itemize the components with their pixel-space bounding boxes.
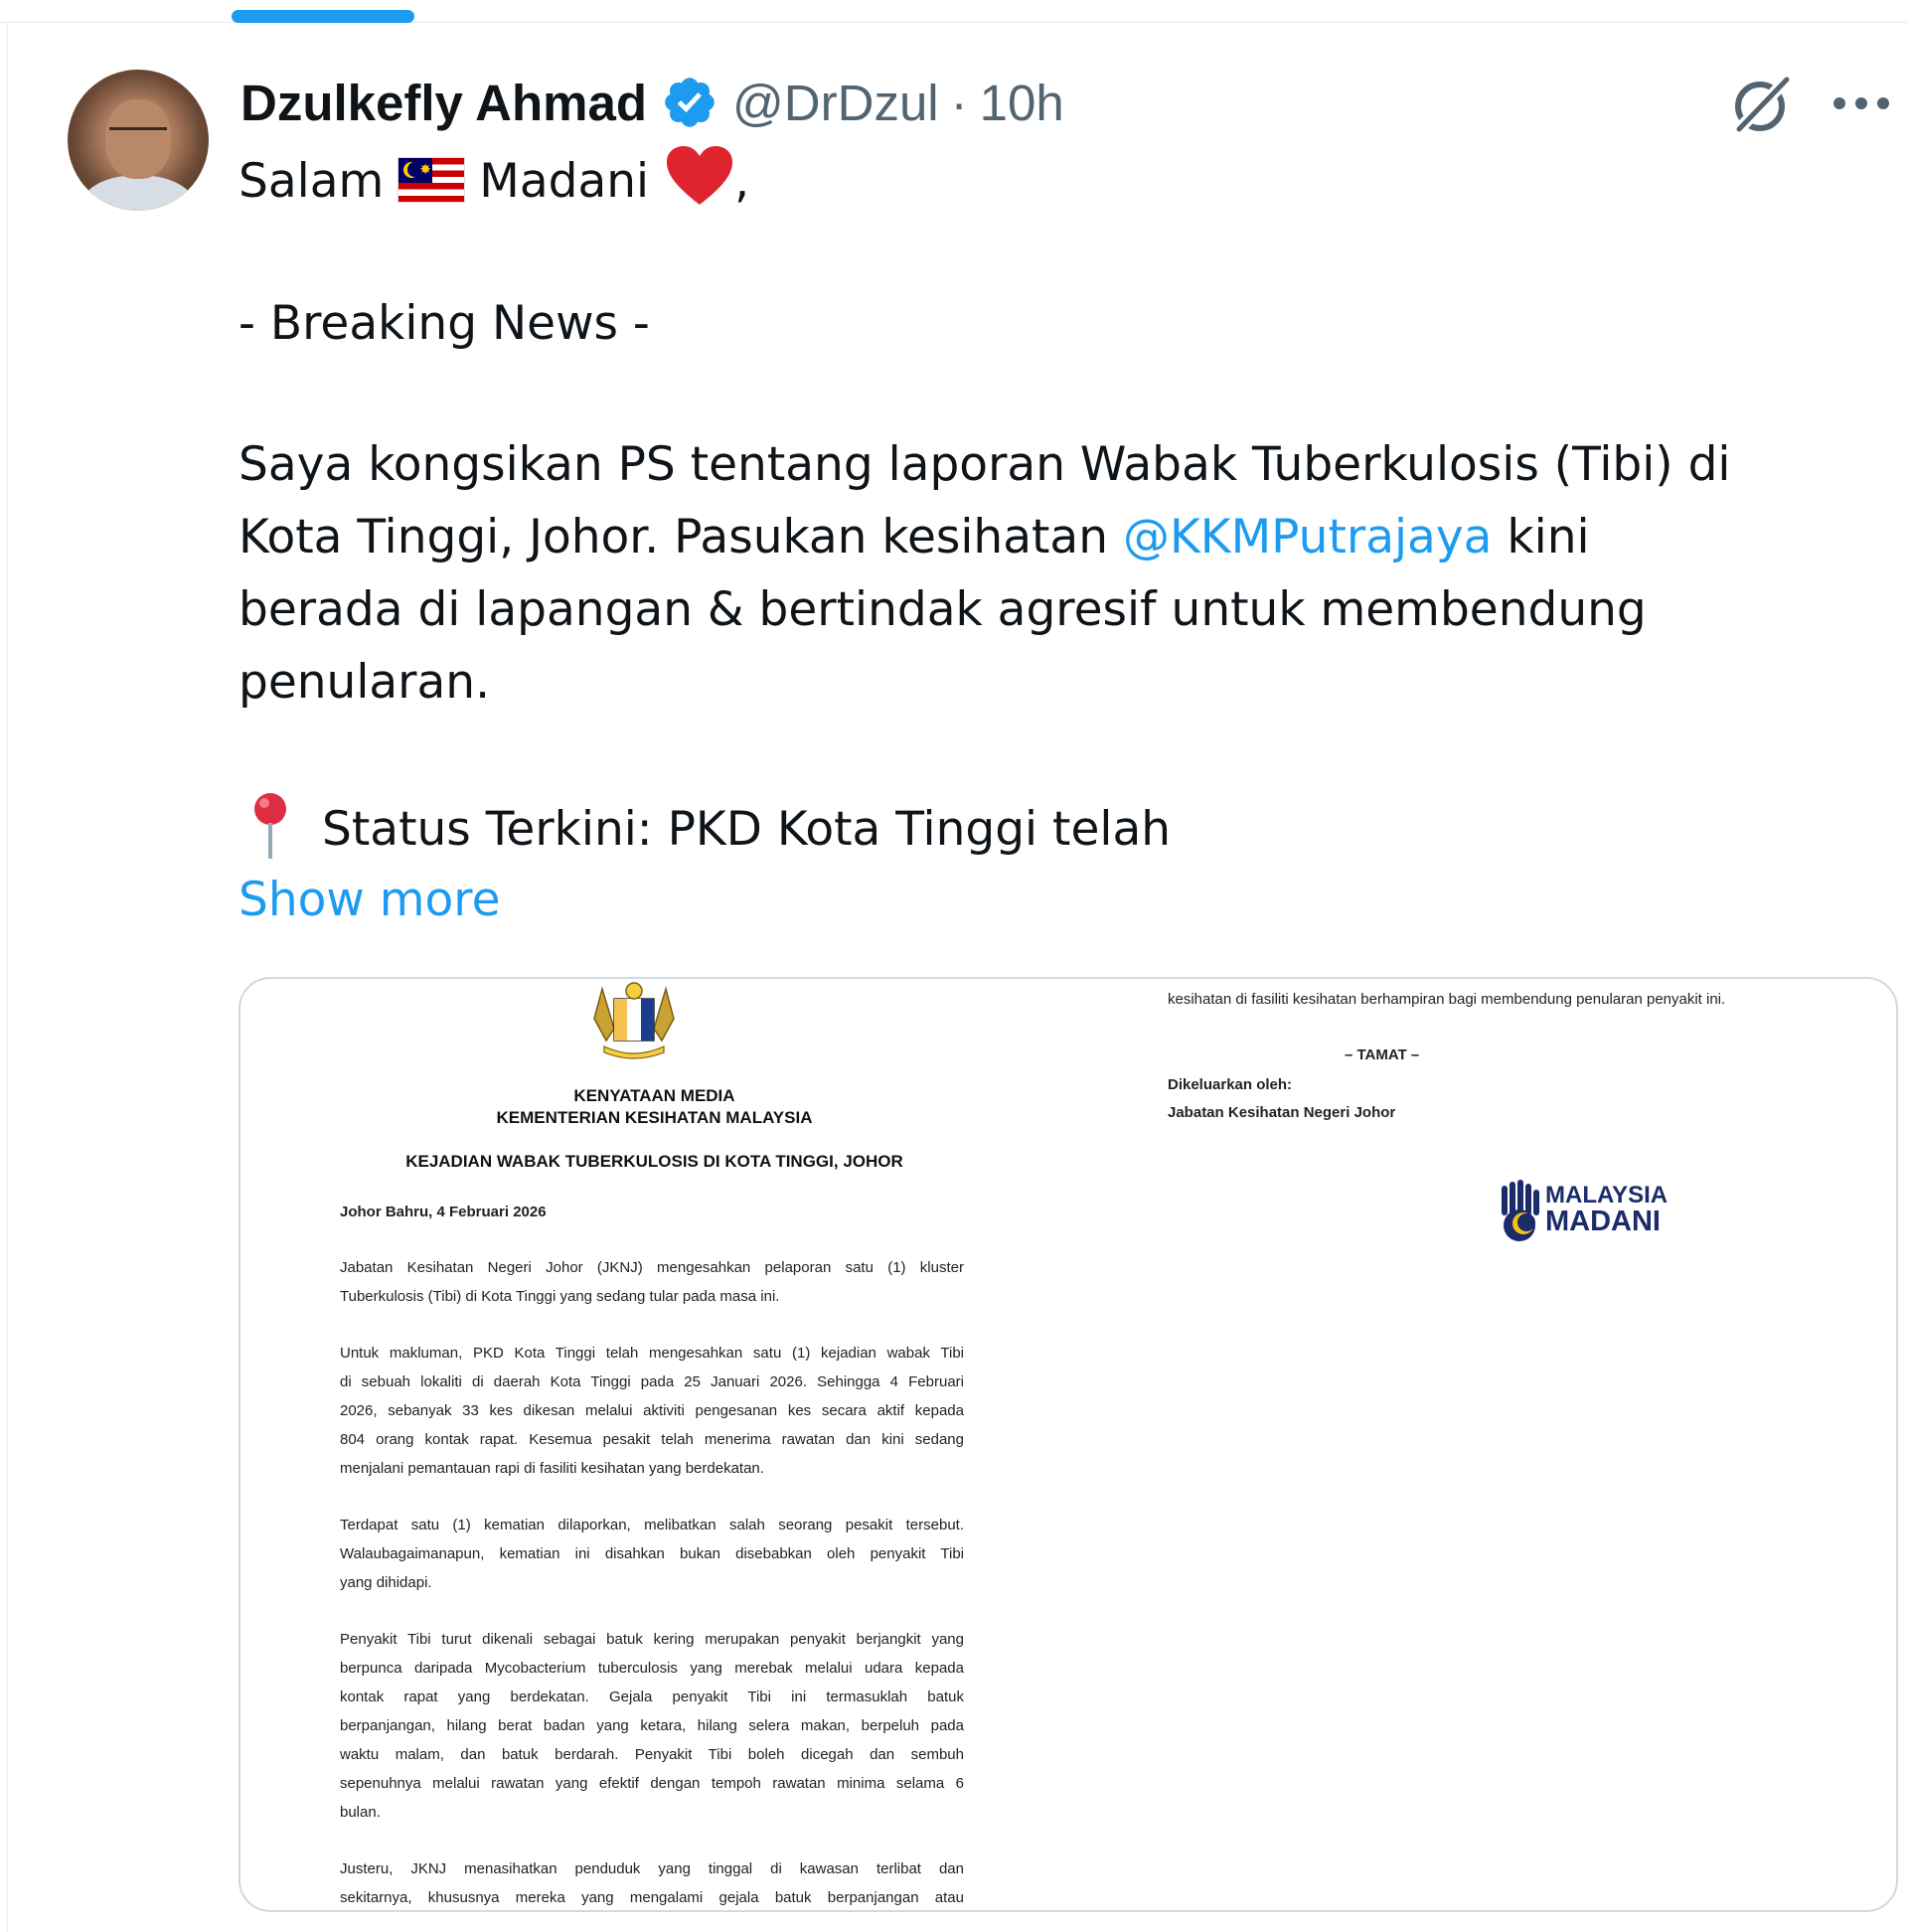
- author-handle[interactable]: @DrDzul: [732, 74, 939, 132]
- tweet-timestamp[interactable]: 10h: [980, 74, 1064, 132]
- doc-title-2: KEMENTERIAN KESIHATAN MALAYSIA: [496, 1108, 813, 1127]
- active-tab-indicator: [232, 10, 414, 23]
- tweet-line-greeting: Salam ✸ Madani,: [238, 145, 749, 218]
- malaysia-madani-logo: MALAYSIA MADANI: [1496, 1180, 1674, 1249]
- malaysia-flag-emoji: ✸: [398, 157, 466, 203]
- doc-line: bulan.: [340, 1804, 381, 1821]
- tweet-header: Dzulkefly Ahmad @DrDzul · 10h: [240, 70, 1064, 135]
- doc-end-marker: – TAMAT –: [1345, 1046, 1420, 1063]
- tweet-paragraph-line: Kota Tinggi, Johor. Pasukan kesihatan @K…: [238, 510, 1590, 564]
- doc-line: sekitarnya, khususnya mereka yang mengal…: [340, 1889, 964, 1906]
- doc-line: Justeru, JKNJ menasihatkan penduduk yang…: [340, 1860, 964, 1877]
- tweet-status-line: Status Terkini: PKD Kota Tinggi telah: [238, 791, 1171, 866]
- more-options-icon[interactable]: [1833, 97, 1889, 113]
- doc-line: Terdapat satu (1) kematian dilaporkan, m…: [340, 1517, 964, 1533]
- doc-line: Untuk makluman, PKD Kota Tinggi telah me…: [340, 1345, 964, 1362]
- grok-icon[interactable]: [1727, 70, 1797, 139]
- tweet-paragraph-line: penularan.: [238, 655, 491, 710]
- tweet-media-image[interactable]: KENYATAAN MEDIA KEMENTERIAN KESIHATAN MA…: [238, 977, 1898, 1912]
- press-release-page-2: kesihatan di fasiliti kesihatan berhampi…: [1068, 979, 1896, 1910]
- doc-line: di sebuah lokaliti di daerah Kota Tinggi…: [340, 1373, 964, 1390]
- round-pushpin-emoji: [254, 793, 286, 859]
- doc-line: berpanjangan, hilang berat badan yang ke…: [340, 1717, 964, 1734]
- doc-line: kesihatan di fasiliti kesihatan berhampi…: [1168, 991, 1726, 1008]
- doc-line: 804 orang kontak rapat. Kesemua pesakit …: [340, 1431, 964, 1448]
- doc-line: berpunca daripada Mycobacterium tubercul…: [340, 1660, 964, 1677]
- tweet-paragraph-line: Saya kongsikan PS tentang laporan Wabak …: [238, 437, 1731, 492]
- doc-line: sepenuhnya melalui rawatan yang efektif …: [340, 1775, 964, 1792]
- press-release-page-1: KENYATAAN MEDIA KEMENTERIAN KESIHATAN MA…: [240, 979, 1068, 1910]
- doc-line: Penyakit Tibi turut dikenali sebagai bat…: [340, 1631, 964, 1648]
- doc-line: 2026, sebanyak 33 kes dikesan melalui ak…: [340, 1402, 964, 1419]
- doc-title-1: KENYATAAN MEDIA: [573, 1086, 735, 1105]
- doc-line: yang dihidapi.: [340, 1574, 432, 1591]
- doc-issuer: Jabatan Kesihatan Negeri Johor: [1168, 1104, 1396, 1121]
- author-name[interactable]: Dzulkefly Ahmad: [240, 74, 647, 132]
- doc-line: kontak rapat yang berdekatan. Gejala pen…: [340, 1689, 964, 1705]
- mention-link[interactable]: @KKMPutrajaya: [1123, 510, 1493, 564]
- doc-title-3: KEJADIAN WABAK TUBERKULOSIS DI KOTA TING…: [405, 1152, 903, 1171]
- tweet-line-breaking: - Breaking News -: [238, 296, 650, 351]
- doc-line: menjalani pemantauan rapi di fasiliti ke…: [340, 1460, 764, 1477]
- doc-line: waktu malam, dan batuk berdarah. Penyaki…: [340, 1746, 964, 1763]
- malaysia-coat-of-arms: [593, 982, 675, 1059]
- verified-badge-icon: [665, 78, 715, 127]
- avatar[interactable]: [68, 70, 209, 211]
- red-heart-emoji: [667, 146, 733, 205]
- doc-line: Tuberkulosis (Tibi) di Kota Tinggi yang …: [340, 1288, 780, 1305]
- doc-line: Jabatan Kesihatan Negeri Johor (JKNJ) me…: [340, 1259, 964, 1276]
- timeline-border: [6, 24, 8, 1932]
- header-separator: ·: [950, 74, 968, 131]
- doc-dateline: Johor Bahru, 4 Februari 2026: [340, 1204, 547, 1220]
- doc-issued-by: Dikeluarkan oleh:: [1168, 1076, 1293, 1093]
- doc-line: Walaubagaimanapun, kematian ini disahkan…: [340, 1545, 964, 1562]
- tweet-paragraph-line: berada di lapangan & bertindak agresif u…: [238, 582, 1647, 637]
- show-more-link[interactable]: Show more: [238, 865, 501, 936]
